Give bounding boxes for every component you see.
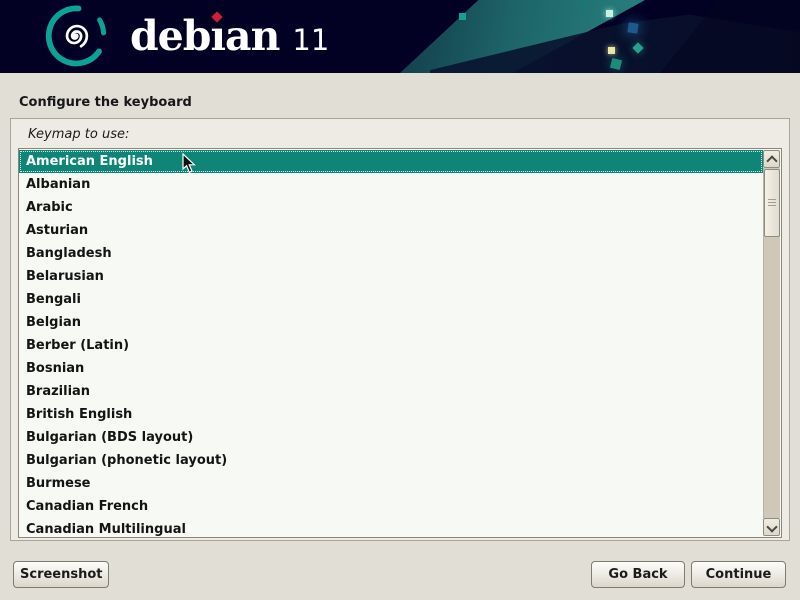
scrollbar-up-button[interactable] [763,150,780,168]
list-item[interactable]: Belarusian [19,265,763,288]
scrollbar[interactable] [763,150,780,536]
keymap-list: American EnglishAlbanianArabicAsturianBa… [19,150,763,537]
brand: debıan 11 [130,11,329,61]
screenshot-button[interactable]: Screenshot [13,561,109,588]
scrollbar-down-button[interactable] [763,518,780,536]
continue-button[interactable]: Continue [691,561,786,588]
scrollbar-track[interactable] [763,168,780,518]
brand-version: 11 [292,23,329,57]
list-item[interactable]: British English [19,403,763,426]
brand-name: debıan [130,11,279,61]
list-item[interactable]: Bulgarian (BDS layout) [19,426,763,449]
list-item[interactable]: Canadian Multilingual [19,518,763,537]
banner-square-decoration [627,22,638,33]
list-item[interactable]: Bangladesh [19,242,763,265]
keymap-label: Keymap to use: [28,127,129,142]
banner-square-decoration [580,3,584,7]
list-item[interactable]: Burmese [19,472,763,495]
installer-window: debıan 11 Configure the keyboard Keymap … [0,0,800,600]
go-back-button[interactable]: Go Back [591,561,685,588]
mouse-cursor-icon [182,153,197,174]
list-item[interactable]: Bengali [19,288,763,311]
debian-swirl-logo-icon [44,4,108,68]
banner-square-decoration [606,10,613,17]
list-item[interactable]: Bulgarian (phonetic layout) [19,449,763,472]
scrollbar-grip-icon [768,199,776,207]
list-item[interactable]: Albanian [19,173,763,196]
page-title: Configure the keyboard [19,95,192,110]
keymap-panel: Keymap to use: American EnglishAlbanianA… [10,118,790,541]
chevron-up-icon [766,155,777,166]
list-item[interactable]: American English [19,150,763,173]
brand-diamond-dot-icon [211,11,222,22]
list-item[interactable]: Asturian [19,219,763,242]
list-item[interactable]: Berber (Latin) [19,334,763,357]
scrollbar-thumb[interactable] [764,169,780,237]
banner-square-decoration [459,13,466,20]
list-item[interactable]: Arabic [19,196,763,219]
list-item[interactable]: Canadian French [19,495,763,518]
chevron-down-icon [766,521,777,532]
banner-square-decoration [608,47,615,54]
list-item[interactable]: Bosnian [19,357,763,380]
banner: debıan 11 [0,0,800,73]
keymap-listbox: American EnglishAlbanianArabicAsturianBa… [18,148,782,538]
list-item[interactable]: Belgian [19,311,763,334]
list-item[interactable]: Brazilian [19,380,763,403]
